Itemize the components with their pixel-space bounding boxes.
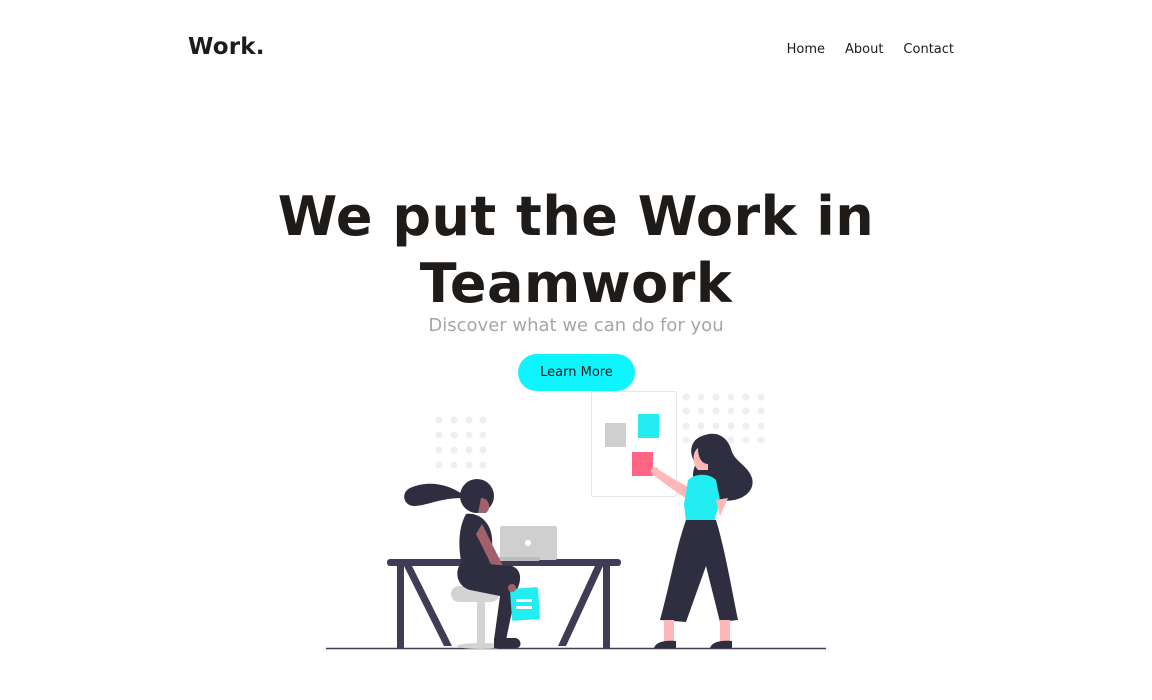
seated-woman-figure bbox=[404, 479, 540, 648]
hero-title-line1: We put the Work in bbox=[277, 185, 875, 248]
page: Work. Home About Contact We put the Work… bbox=[0, 0, 1152, 700]
hero-subtitle: Discover what we can do for you bbox=[428, 315, 724, 336]
laptop bbox=[478, 526, 557, 561]
stool bbox=[451, 586, 505, 649]
nav-home[interactable]: Home bbox=[787, 42, 825, 57]
logo[interactable]: Work. bbox=[188, 34, 265, 60]
standing-woman-figure bbox=[651, 433, 753, 648]
hero-title: We put the Work in Teamwork bbox=[0, 183, 1152, 317]
nav-contact[interactable]: Contact bbox=[903, 42, 954, 57]
hero-title-line2: Teamwork bbox=[419, 252, 733, 315]
sticky-board bbox=[591, 391, 677, 497]
dot-grid-right bbox=[682, 393, 765, 444]
nav-about[interactable]: About bbox=[845, 42, 883, 57]
learn-more-button[interactable]: Learn More bbox=[518, 354, 635, 391]
teamwork-illustration bbox=[326, 391, 826, 650]
main-nav: Home About Contact bbox=[787, 42, 954, 57]
desk bbox=[387, 559, 621, 648]
dot-grid-left bbox=[435, 416, 487, 469]
